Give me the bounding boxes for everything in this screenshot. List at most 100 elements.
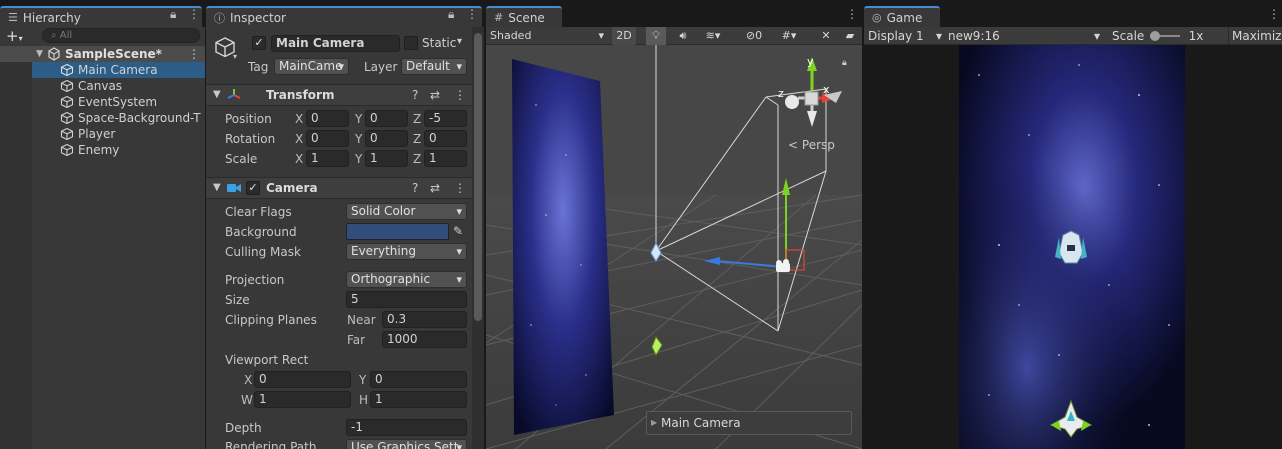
axis-y-label: Y [359, 373, 367, 387]
active-checkbox[interactable]: ✓ [252, 36, 266, 50]
tab-scene[interactable]: # Scene [486, 6, 562, 27]
camera-preview-overlay[interactable]: Main Camera [646, 411, 852, 435]
rotation-z-field[interactable]: 0 [424, 130, 467, 147]
rendering-path-dropdown[interactable]: Use Graphics Sett [346, 439, 467, 449]
inspector-scrollbar[interactable] [472, 27, 484, 449]
position-z-field[interactable]: -5 [424, 110, 467, 127]
gizmo-lock-icon[interactable]: 🔒︎ [842, 58, 847, 68]
eyedropper-icon[interactable]: ✎ [453, 224, 463, 238]
maximize-on-play-toggle[interactable]: Maximize [1228, 27, 1282, 45]
camera-settings-icon[interactable]: ▰ [842, 27, 858, 45]
space-background-quad[interactable] [512, 59, 614, 435]
kebab-menu-icon[interactable]: ⋮ [188, 7, 200, 21]
tab-game[interactable]: ◎ Game [864, 6, 940, 27]
far-field[interactable]: 1000 [382, 331, 467, 348]
audio-toggle-icon[interactable]: 🔊︎ [674, 27, 692, 45]
camera-header[interactable]: ▼ ✓ Camera ? ⇄ ⋮ [206, 177, 472, 199]
scale-z-field[interactable]: 1 [424, 150, 467, 167]
scene-row[interactable]: ▼ SampleScene* ⋮ [0, 46, 205, 62]
icon-dropdown-arrow[interactable]: ▾ [233, 52, 237, 61]
hierarchy-item-space-background[interactable]: Space-Background-T [0, 110, 205, 126]
hierarchy-item-main-camera[interactable]: Main Camera [0, 62, 205, 78]
transform-header[interactable]: ▼ Transform ? ⇄ ⋮ [206, 84, 472, 106]
grid-toggle-icon[interactable]: #▾ [774, 27, 804, 45]
gameobject-icon [60, 127, 74, 141]
camera-enabled-checkbox[interactable]: ✓ [246, 181, 260, 195]
lighting-toggle-icon[interactable]: 💡︎ [646, 27, 666, 45]
layer-dropdown[interactable]: Default [401, 58, 467, 75]
hierarchy-item-enemy[interactable]: Enemy [0, 142, 205, 158]
tree-gutter [0, 94, 32, 110]
scene-menu-icon[interactable]: ⋮ [188, 46, 200, 62]
depth-field[interactable]: -1 [346, 419, 467, 436]
viewport-rect-label: Viewport Rect [225, 353, 309, 367]
rotation-y-field[interactable]: 0 [365, 130, 408, 147]
viewport-x-field[interactable]: 0 [254, 371, 351, 388]
static-checkbox[interactable] [404, 36, 418, 50]
projection-label: Projection [225, 273, 285, 287]
hidden-objects-toggle[interactable]: ⊘0 [738, 27, 770, 45]
component-menu-icon[interactable]: ⋮ [454, 181, 466, 195]
game-panel: ◎ Game ⋮ Display 1 ▾ new9:16 ▾ Scale 1x Ma… [864, 0, 1282, 449]
dropdown-arrow-icon: ▾ [1093, 29, 1100, 43]
game-view[interactable] [959, 45, 1185, 449]
kebab-menu-icon[interactable]: ⋮ [1268, 7, 1280, 21]
help-icon[interactable]: ? [412, 181, 418, 195]
scale-slider[interactable] [1150, 31, 1180, 41]
clear-flags-dropdown[interactable]: Solid Color [346, 203, 467, 220]
scene-canvas[interactable]: y x z 🔒︎ [486, 45, 862, 449]
scale-y-field[interactable]: 1 [365, 150, 408, 167]
preset-icon[interactable]: ⇄ [430, 88, 440, 102]
rotation-label: Rotation [225, 132, 276, 146]
lock-icon[interactable]: 🔒︎ [448, 7, 454, 22]
kebab-menu-icon[interactable]: ⋮ [846, 7, 858, 21]
tree-gutter [0, 62, 32, 78]
effects-dropdown-icon[interactable]: ≋▾ [698, 27, 728, 45]
viewport-w-field[interactable]: 1 [254, 391, 351, 408]
help-icon[interactable]: ? [412, 88, 418, 102]
background-color-swatch[interactable] [346, 223, 449, 240]
viewport-y-field[interactable]: 0 [370, 371, 467, 388]
projection-dropdown[interactable]: Orthographic [346, 271, 467, 288]
display-dropdown[interactable]: Display 1 ▾ [868, 27, 942, 45]
component-menu-icon[interactable]: ⋮ [454, 88, 466, 102]
projection-toggle[interactable]: < Persp [788, 138, 835, 152]
hierarchy-item-eventsystem[interactable]: EventSystem [0, 94, 205, 110]
preset-icon[interactable]: ⇄ [430, 181, 440, 195]
add-object-button[interactable]: +▾ [0, 27, 30, 45]
collapse-arrow-icon[interactable]: ▼ [213, 89, 221, 100]
hierarchy-search-input[interactable]: ⌕ All [42, 28, 200, 43]
kebab-menu-icon[interactable]: ⋮ [466, 7, 478, 21]
tools-icon[interactable]: ✕ [818, 27, 834, 45]
scene-viewport[interactable]: y x z 🔒︎ < Persp Main Camera [486, 45, 862, 449]
hierarchy-item-label: Player [78, 127, 116, 141]
object-name-field[interactable]: Main Camera [271, 35, 400, 52]
hierarchy-item-canvas[interactable]: Canvas [0, 78, 205, 94]
tree-gutter [0, 142, 32, 158]
scale-slider-thumb[interactable] [1150, 31, 1160, 41]
collapse-arrow-icon[interactable]: ▼ [213, 182, 221, 193]
position-y-field[interactable]: 0 [365, 110, 408, 127]
camera-icon [227, 184, 241, 192]
viewport-h-field[interactable]: 1 [370, 391, 467, 408]
near-field[interactable]: 0.3 [382, 311, 467, 328]
culling-mask-dropdown[interactable]: Everything [346, 243, 467, 260]
rotation-x-field[interactable]: 0 [306, 130, 349, 147]
shading-mode-dropdown[interactable]: Shaded ▾ [490, 27, 606, 45]
aspect-dropdown[interactable]: new9:16 ▾ [948, 27, 1100, 45]
toggle-2d-button[interactable]: 2D [612, 27, 636, 45]
axis-w-label: W [241, 393, 253, 407]
hierarchy-item-player[interactable]: Player [0, 126, 205, 142]
size-field[interactable]: 5 [346, 291, 467, 308]
position-x-field[interactable]: 0 [306, 110, 349, 127]
scrollbar-thumb[interactable] [474, 33, 482, 321]
static-dropdown-icon[interactable]: ▾ [457, 36, 462, 47]
tab-inspector[interactable]: ⓘ Inspector [206, 6, 482, 27]
expand-arrow-icon[interactable]: ▼ [36, 46, 43, 62]
tag-dropdown[interactable]: MainCame [274, 58, 349, 75]
scale-x-field[interactable]: 1 [306, 150, 349, 167]
axis-h-label: H [359, 393, 369, 407]
lock-icon[interactable]: 🔒︎ [170, 7, 176, 22]
culling-mask-label: Culling Mask [225, 245, 301, 259]
gizmo-z-label: z [778, 87, 784, 100]
